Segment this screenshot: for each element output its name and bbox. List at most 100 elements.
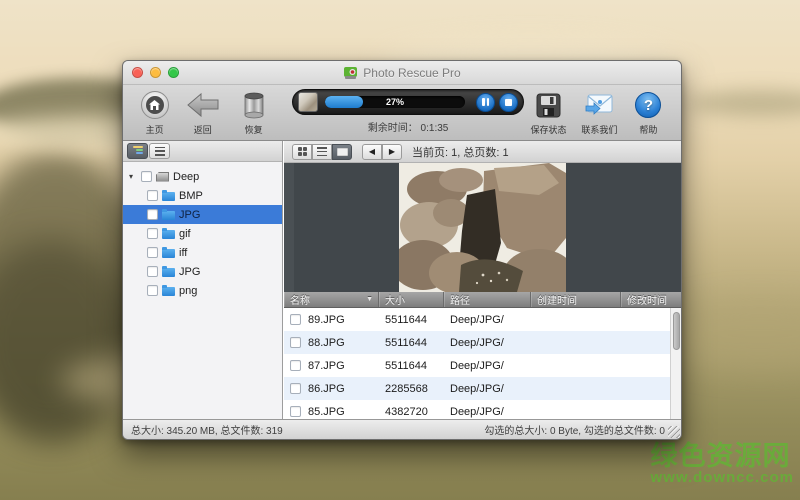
view-mode-control [292,144,352,160]
resize-grip[interactable] [668,426,680,438]
file-path: Deep/JPG/ [444,314,531,326]
file-path: Deep/JPG/ [444,406,531,418]
tree-item-selected[interactable]: JPG [123,205,282,224]
checkbox[interactable] [141,171,152,182]
home-button[interactable]: 主页 [133,89,176,139]
checkbox[interactable] [147,190,158,201]
remaining-time: 剩余时间： 0:1:35 [368,119,449,134]
envelope-icon [585,94,613,116]
detail-view-button[interactable] [312,144,332,160]
tree-view-button[interactable] [127,143,148,159]
app-window: Photo Rescue Pro 主页 [122,60,682,440]
tree-item[interactable]: gif [123,224,282,243]
file-name: 86.JPG [308,383,345,395]
main-toolbar: 主页 返回 [123,85,681,141]
table-row[interactable]: 88.JPG 5511644 Deep/JPG/ [284,331,681,354]
checkbox[interactable] [290,314,301,325]
checkbox[interactable] [147,266,158,277]
tree-item[interactable]: BMP [123,186,282,205]
column-header-name[interactable]: 名称 ▼ [284,292,379,307]
main-panel: ◀ ▶ 当前页: 1, 总页数: 1 [284,141,681,419]
checkbox[interactable] [147,228,158,239]
tree-item[interactable]: JPG [123,262,282,281]
restore-button[interactable]: 恢复 [229,89,278,139]
stop-icon [505,99,512,106]
preview-view-icon [337,148,348,156]
checkbox[interactable] [290,337,301,348]
checkbox[interactable] [290,406,301,417]
help-button[interactable]: ? 帮助 [626,89,671,139]
file-size: 2285568 [379,383,444,395]
home-label: 主页 [146,123,164,136]
tree-item-label: iff [179,247,187,259]
close-button[interactable] [132,67,143,78]
back-label: 返回 [194,123,212,136]
folder-icon [162,230,175,239]
vertical-scrollbar[interactable] [670,308,681,421]
file-size: 5511644 [379,360,444,372]
traffic-lights [132,67,179,78]
scrollbar-thumb[interactable] [673,312,680,350]
floppy-disk-icon [536,93,561,118]
table-row[interactable]: 87.JPG 5511644 Deep/JPG/ [284,354,681,377]
home-icon [146,96,164,114]
back-arrow-icon [187,92,219,118]
column-header-modified[interactable]: 修改时间 [621,292,681,307]
folder-icon [162,192,175,201]
wallpaper-forest [0,240,130,440]
status-totals: 总大小: 345.20 MB, 总文件数: 319 [131,422,283,437]
grid-view-button[interactable] [292,144,312,160]
tree-item-label: JPG [179,266,200,278]
zoom-button[interactable] [168,67,179,78]
canister-icon [243,92,265,119]
minimize-button[interactable] [150,67,161,78]
save-state-button[interactable]: 保存状态 [524,89,573,139]
drive-icon [156,172,169,182]
tree-item-label: JPG [179,209,200,221]
contact-us-button[interactable]: 联系我们 [573,89,626,139]
folder-tree: ▾ Deep BMP JPG [123,162,282,300]
tree-item[interactable]: png [123,281,282,300]
prev-arrow-icon: ◀ [369,147,375,156]
preview-view-button[interactable] [332,144,352,160]
disclosure-triangle-icon[interactable]: ▾ [129,173,137,181]
checkbox[interactable] [147,247,158,258]
table-row[interactable]: 89.JPG 5511644 Deep/JPG/ [284,308,681,331]
pause-button[interactable] [476,93,495,112]
folder-icon [162,211,175,220]
checkbox[interactable] [290,383,301,394]
column-header-path[interactable]: 路径 [444,292,531,307]
folder-icon [162,287,175,296]
sidebar-header [123,141,282,162]
sort-arrow-icon: ▼ [366,296,373,303]
tree-item-root[interactable]: ▾ Deep [123,167,282,186]
file-path: Deep/JPG/ [444,383,531,395]
detail-view-icon [317,147,327,156]
table-row[interactable]: 86.JPG 2285568 Deep/JPG/ [284,377,681,400]
image-preview-area [284,163,681,292]
save-state-label: 保存状态 [531,123,567,136]
tree-item[interactable]: iff [123,243,282,262]
next-page-button[interactable]: ▶ [382,144,402,160]
page-nav-control: ◀ ▶ [362,144,402,160]
column-header-size[interactable]: 大小 [379,292,444,307]
title-bar[interactable]: Photo Rescue Pro [123,61,681,85]
column-header-created[interactable]: 创建时间 [531,292,621,307]
preview-photo[interactable] [399,163,566,292]
back-button[interactable]: 返回 [176,89,229,139]
wallpaper-trees [690,90,800,116]
preview-edge [284,163,294,292]
file-table: 89.JPG 5511644 Deep/JPG/ 88.JPG 5511644 … [284,308,681,421]
window-title: Photo Rescue Pro [363,66,460,80]
stop-button[interactable] [499,93,518,112]
checkbox[interactable] [147,285,158,296]
list-view-button[interactable] [149,143,170,159]
prev-page-button[interactable]: ◀ [362,144,382,160]
checkbox[interactable] [147,209,158,220]
table-row[interactable]: 85.JPG 4382720 Deep/JPG/ [284,400,681,421]
checkbox[interactable] [290,360,301,371]
file-size: 4382720 [379,406,444,418]
help-label: 帮助 [639,123,657,136]
table-header: 名称 ▼ 大小 路径 创建时间 修改时间 [284,292,681,308]
content-toolbar: ◀ ▶ 当前页: 1, 总页数: 1 [284,141,681,163]
